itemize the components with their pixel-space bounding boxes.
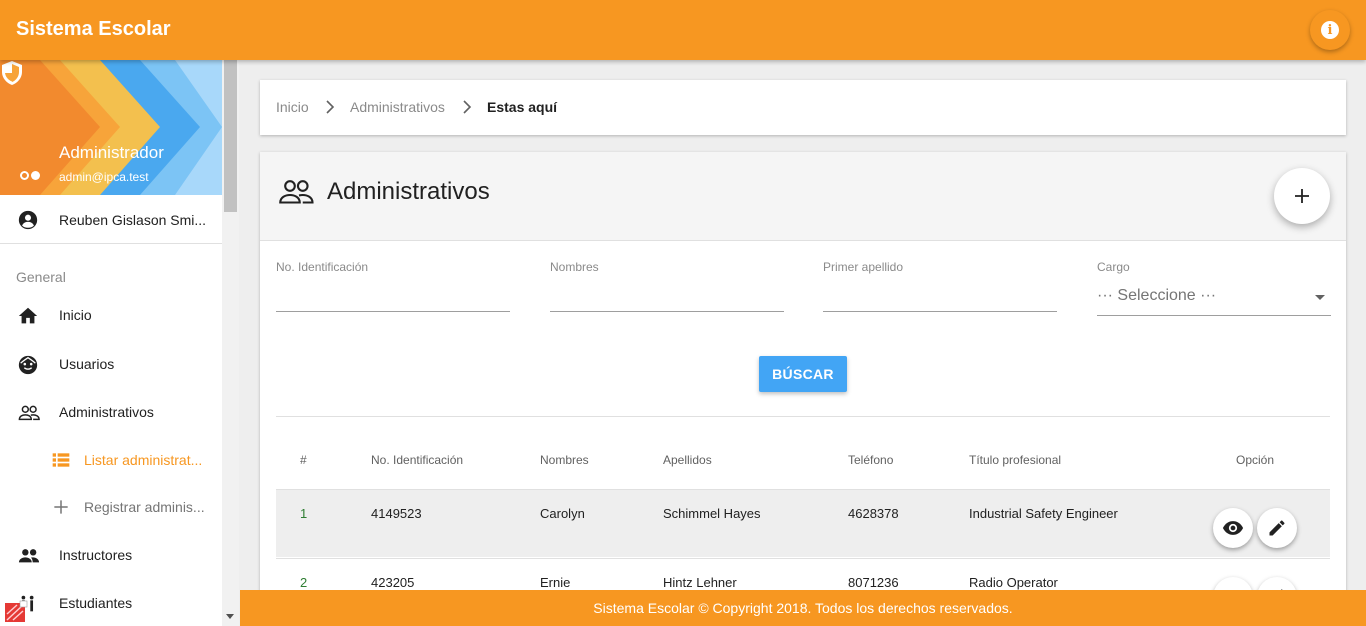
id-filter-input[interactable] bbox=[276, 278, 510, 312]
edit-button[interactable] bbox=[1257, 508, 1297, 548]
sidebar: Administrador admin@ipca.test Reuben Gis… bbox=[0, 60, 222, 626]
chevron-right-icon bbox=[326, 100, 335, 114]
scroll-down-arrow-icon[interactable] bbox=[226, 614, 234, 619]
footer: Sistema Escolar © Copyright 2018. Todos … bbox=[240, 590, 1366, 626]
names-filter: Nombres bbox=[550, 260, 784, 314]
lastname-filter: Primer apellido bbox=[823, 260, 1057, 314]
page-title: Administrativos bbox=[327, 178, 490, 205]
sidebar-item-label: Administrativos bbox=[59, 404, 154, 420]
row-id: 4149523 bbox=[371, 506, 422, 521]
status-dots bbox=[20, 171, 40, 180]
sidebar-item-label: Registrar adminis... bbox=[84, 499, 205, 515]
view-button[interactable] bbox=[1213, 508, 1253, 548]
chevron-down-icon bbox=[1315, 295, 1325, 300]
id-filter-label: No. Identificación bbox=[276, 260, 369, 274]
info-icon: i bbox=[1321, 21, 1339, 39]
chevron-right-icon bbox=[463, 100, 472, 114]
column-header-names: Nombres bbox=[540, 453, 589, 467]
row-names: Carolyn bbox=[540, 506, 585, 521]
current-user-name: Reuben Gislason Smi... bbox=[59, 212, 207, 228]
profile-name: Administrador bbox=[59, 143, 164, 162]
row-phone: 4628378 bbox=[848, 506, 899, 521]
cargo-select-value: ··· Seleccione ··· bbox=[1097, 287, 1217, 304]
people-outline-icon bbox=[279, 180, 314, 204]
search-button[interactable]: BÚSCAR bbox=[759, 356, 847, 392]
sidebar-item-registrar-administrativo[interactable]: Registrar adminis... bbox=[0, 484, 222, 530]
row-index: 2 bbox=[300, 575, 308, 590]
plus-icon bbox=[54, 500, 68, 514]
id-filter: No. Identificación bbox=[276, 260, 510, 314]
card-header: Administrativos bbox=[260, 152, 1346, 241]
sidebar-item-label: Usuarios bbox=[59, 356, 115, 372]
breadcrumb-inicio[interactable]: Inicio bbox=[276, 99, 309, 115]
eye-icon bbox=[1222, 521, 1244, 535]
pencil-icon bbox=[1269, 520, 1285, 536]
breadcrumb-current: Estas aquí bbox=[487, 99, 558, 115]
names-filter-label: Nombres bbox=[550, 260, 599, 274]
breadcrumb-administrativos[interactable]: Administrativos bbox=[350, 99, 445, 115]
sidebar-item-label: Listar administrat... bbox=[84, 452, 203, 468]
people-outline-icon bbox=[18, 405, 40, 421]
column-header-option: Opción bbox=[1236, 453, 1275, 467]
row-index: 1 bbox=[300, 506, 308, 521]
cargo-select-label: Cargo bbox=[1097, 260, 1130, 274]
sidebar-item-listar-administrativos[interactable]: Listar administrat... bbox=[0, 437, 222, 483]
scrollbar-thumb[interactable] bbox=[224, 60, 237, 212]
row-phone: 8071236 bbox=[848, 575, 899, 590]
row-title: Industrial Safety Engineer bbox=[969, 506, 1118, 521]
column-header-id: No. Identificación bbox=[371, 453, 464, 467]
column-header-index: # bbox=[300, 453, 307, 467]
sidebar-item-usuarios[interactable]: Usuarios bbox=[0, 341, 222, 387]
sidebar-item-administrativos[interactable]: Administrativos bbox=[0, 389, 222, 435]
column-header-lastnames: Apellidos bbox=[663, 453, 712, 467]
sidebar-item-instructores[interactable]: Instructores bbox=[0, 532, 222, 578]
account-circle-icon bbox=[18, 210, 38, 230]
sidebar-item-inicio[interactable]: Inicio bbox=[0, 292, 222, 338]
sidebar-scrollbar[interactable] bbox=[222, 60, 239, 626]
row-id: 423205 bbox=[371, 575, 415, 590]
cargo-select[interactable]: Cargo ··· Seleccione ··· bbox=[1097, 260, 1331, 316]
plus-icon bbox=[1295, 189, 1309, 203]
info-button[interactable]: i bbox=[1310, 10, 1350, 50]
row-names: Ernie bbox=[540, 575, 571, 590]
shield-icon bbox=[2, 61, 22, 85]
top-app-bar: Sistema Escolar i bbox=[0, 0, 1366, 60]
nav-section-general: General bbox=[16, 269, 66, 285]
current-user[interactable]: Reuben Gislason Smi... bbox=[0, 195, 222, 244]
breadcrumb: Inicio Administrativos Estas aquí bbox=[260, 80, 1346, 135]
sidebar-item-label: Estudiantes bbox=[59, 595, 133, 611]
list-icon bbox=[52, 453, 70, 467]
face-icon bbox=[18, 355, 38, 375]
administrativos-card: Administrativos No. Identificación Nombr… bbox=[260, 152, 1346, 626]
sidebar-item-label: Inicio bbox=[59, 307, 92, 323]
divider bbox=[276, 416, 1330, 417]
column-header-title: Título profesional bbox=[969, 453, 1062, 467]
column-header-phone: Teléfono bbox=[848, 453, 894, 467]
sidebar-item-label: Instructores bbox=[59, 547, 133, 563]
profile-banner: Administrador admin@ipca.test bbox=[0, 60, 222, 195]
table-row: 1 4149523 Carolyn Schimmel Hayes 4628378… bbox=[276, 489, 1330, 557]
add-administrativo-button[interactable] bbox=[1274, 168, 1330, 224]
profile-email: admin@ipca.test bbox=[59, 170, 149, 184]
app-tray-icon[interactable] bbox=[4, 600, 28, 624]
names-filter-input[interactable] bbox=[550, 278, 784, 312]
row-lastnames: Hintz Lehner bbox=[663, 575, 737, 590]
app-title: Sistema Escolar bbox=[16, 18, 171, 40]
lastname-filter-label: Primer apellido bbox=[823, 260, 904, 274]
row-title: Radio Operator bbox=[969, 575, 1058, 590]
sidebar-item-estudiantes[interactable]: Estudiantes bbox=[0, 580, 222, 626]
people-icon bbox=[18, 549, 40, 563]
home-icon bbox=[18, 307, 38, 324]
lastname-filter-input[interactable] bbox=[823, 278, 1057, 312]
row-lastnames: Schimmel Hayes bbox=[663, 506, 761, 521]
